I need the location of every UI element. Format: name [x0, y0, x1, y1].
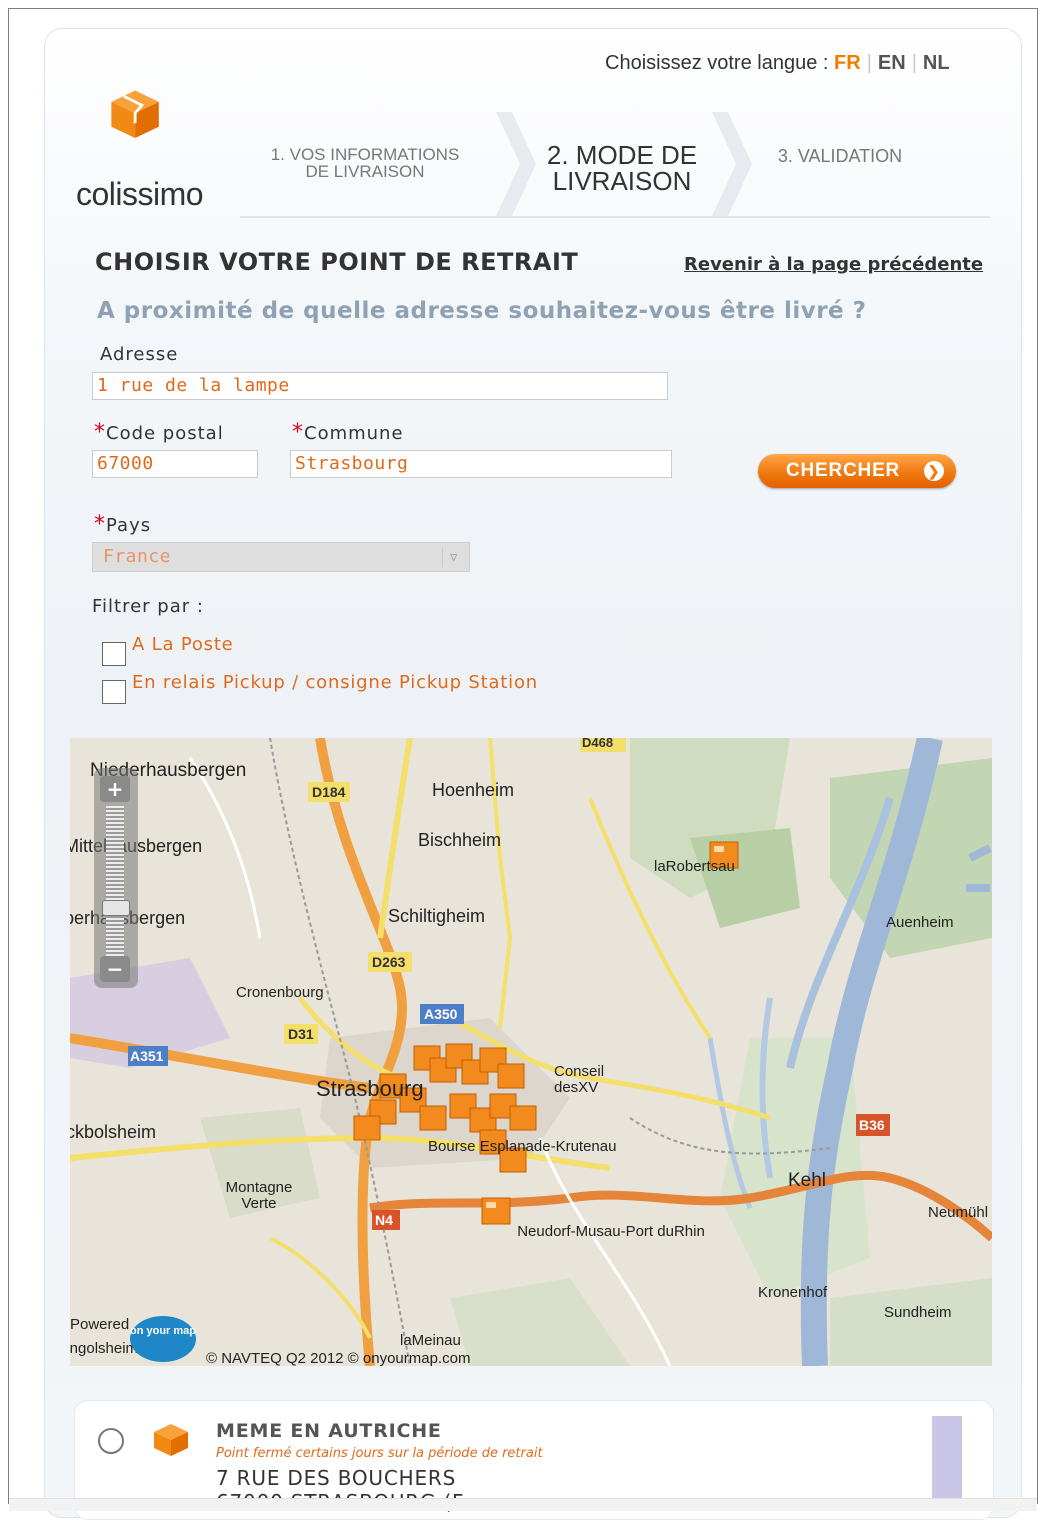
city-input[interactable]: Strasbourg	[290, 450, 672, 478]
map-copyright: © NAVTEQ Q2 2012 © onyourmap.com	[206, 1350, 471, 1366]
map-road-label: N4	[375, 1212, 393, 1228]
colissimo-logo-icon	[111, 90, 159, 138]
filter-la-poste-label[interactable]: A La Poste	[132, 634, 234, 655]
result-address: 7 RUE DES BOUCHERS	[216, 1466, 457, 1490]
map-view[interactable]: Niederhausbergen Hoenheim Mittelhausberg…	[70, 738, 992, 1366]
country-select[interactable]: France ▽	[92, 542, 470, 572]
lang-nl-link[interactable]: NL	[923, 52, 950, 74]
map-road-label: D468	[582, 738, 614, 750]
map-place-label: Bischheim	[418, 830, 502, 850]
back-link[interactable]: Revenir à la page précédente	[684, 254, 983, 275]
map-place-label: laRobertsau	[654, 858, 735, 875]
map-place-label: Eckbolsheim	[70, 1122, 157, 1142]
step-chevron-icon	[496, 112, 536, 216]
step-chevron-icon	[712, 112, 752, 216]
result-name: MEME EN AUTRICHE	[216, 1420, 442, 1442]
step-2-line1: 2. MODE DE	[546, 140, 698, 170]
window-bottom-bar	[9, 1498, 1037, 1511]
postal-code-input[interactable]: 67000	[92, 450, 258, 478]
country-value: France	[103, 546, 172, 567]
step-1-line2: DE LIVRAISON	[305, 162, 425, 181]
search-button[interactable]: CHERCHER ❯	[758, 454, 956, 488]
map-place-label: Hoenheim	[432, 780, 515, 800]
required-marker: *	[292, 420, 304, 445]
step-2-active: 2. MODE DE LIVRAISON	[532, 142, 712, 194]
map-powered-label: Powered	[70, 1316, 130, 1333]
brand-name: colissimo	[76, 176, 204, 212]
onyourmap-logo-text: on your map	[130, 1325, 197, 1337]
zoom-in-button[interactable]: +	[100, 776, 130, 802]
map-place-label: Lingolsheim	[70, 1340, 139, 1357]
map-place-label: Auenheim	[886, 914, 954, 931]
map-place-label: Schiltigheim	[388, 906, 486, 926]
map-place-label: Neumühl	[928, 1204, 989, 1221]
language-prompt: Choisissez votre langue :	[605, 52, 829, 74]
zoom-slider-handle[interactable]	[102, 900, 130, 916]
step-3-label: 3. VALIDATION	[777, 146, 903, 166]
address-input[interactable]: 1 rue de la lampe	[92, 372, 668, 400]
step-1: 1. VOS INFORMATIONS DE LIVRAISON	[240, 146, 490, 180]
search-button-label: CHERCHER	[786, 460, 901, 481]
step-1-line1: 1. VOS INFORMATIONS	[270, 145, 460, 164]
city-label-text: Commune	[304, 423, 404, 444]
country-label: *Pays	[94, 512, 151, 537]
onyourmap-logo-icon[interactable]: on your map	[130, 1316, 196, 1362]
map-zoom-control[interactable]: + −	[92, 768, 142, 988]
lang-fr-link[interactable]: FR	[834, 52, 861, 74]
package-icon	[154, 1424, 188, 1456]
chevron-down-icon: ▽	[442, 547, 465, 567]
map-place-label: Montagne Verte	[225, 1179, 293, 1212]
postal-code-label: *Code postal	[94, 420, 224, 445]
map-place-label: Cronenbourg	[236, 984, 324, 1001]
map-place-label: Bourse Esplanade-Krutenau	[428, 1138, 617, 1155]
address-label: Adresse	[100, 344, 179, 365]
map-road-label: A351	[130, 1048, 164, 1064]
filter-pickup-checkbox[interactable]	[102, 680, 126, 704]
map-road-label: B36	[859, 1117, 885, 1133]
map-place-label: Kehl	[788, 1170, 827, 1191]
filter-la-poste-checkbox[interactable]	[102, 642, 126, 666]
city-label: *Commune	[292, 420, 404, 445]
result-radio[interactable]	[98, 1428, 124, 1454]
zoom-out-button[interactable]: −	[100, 956, 130, 982]
map-place-label: Sundheim	[884, 1304, 952, 1321]
required-marker: *	[94, 420, 106, 445]
step-3: 3. VALIDATION	[760, 146, 920, 167]
map-road-label: D31	[288, 1026, 314, 1042]
result-scrollbar[interactable]	[932, 1416, 962, 1510]
required-marker: *	[94, 512, 106, 537]
map-place-label: Kronenhof	[758, 1284, 828, 1301]
map-canvas	[70, 738, 992, 1366]
lang-en-link[interactable]: EN	[878, 52, 906, 74]
map-place-label: Neudorf-Musau-Port duRhin	[517, 1223, 705, 1240]
filter-label: Filtrer par :	[92, 596, 204, 617]
map-road-label: D263	[372, 954, 406, 970]
filter-pickup-label[interactable]: En relais Pickup / consigne Pickup Stati…	[132, 672, 538, 693]
address-question: A proximité de quelle adresse souhaitez-…	[97, 298, 867, 324]
step-2-line2: LIVRAISON	[552, 166, 692, 196]
steps-divider	[240, 216, 990, 218]
lang-separator: |	[911, 52, 917, 74]
map-place-label: laMeinau	[400, 1332, 461, 1349]
section-title: CHOISIR VOTRE POINT DE RETRAIT	[95, 248, 579, 276]
postal-code-label-text: Code postal	[106, 423, 224, 444]
arrow-right-icon: ❯	[924, 461, 944, 481]
zoom-slider[interactable]	[106, 806, 124, 956]
map-road-label: A350	[424, 1006, 458, 1022]
map-road-label: D184	[312, 784, 346, 800]
language-selector: Choisissez votre langue : FR | EN | NL	[605, 52, 950, 75]
map-place-label: Strasbourg	[316, 1076, 424, 1101]
map-place-label: Conseil desXV	[554, 1063, 605, 1096]
country-label-text: Pays	[106, 515, 152, 536]
result-note: Point fermé certains jours sur la périod…	[216, 1446, 543, 1461]
lang-separator: |	[866, 52, 872, 74]
